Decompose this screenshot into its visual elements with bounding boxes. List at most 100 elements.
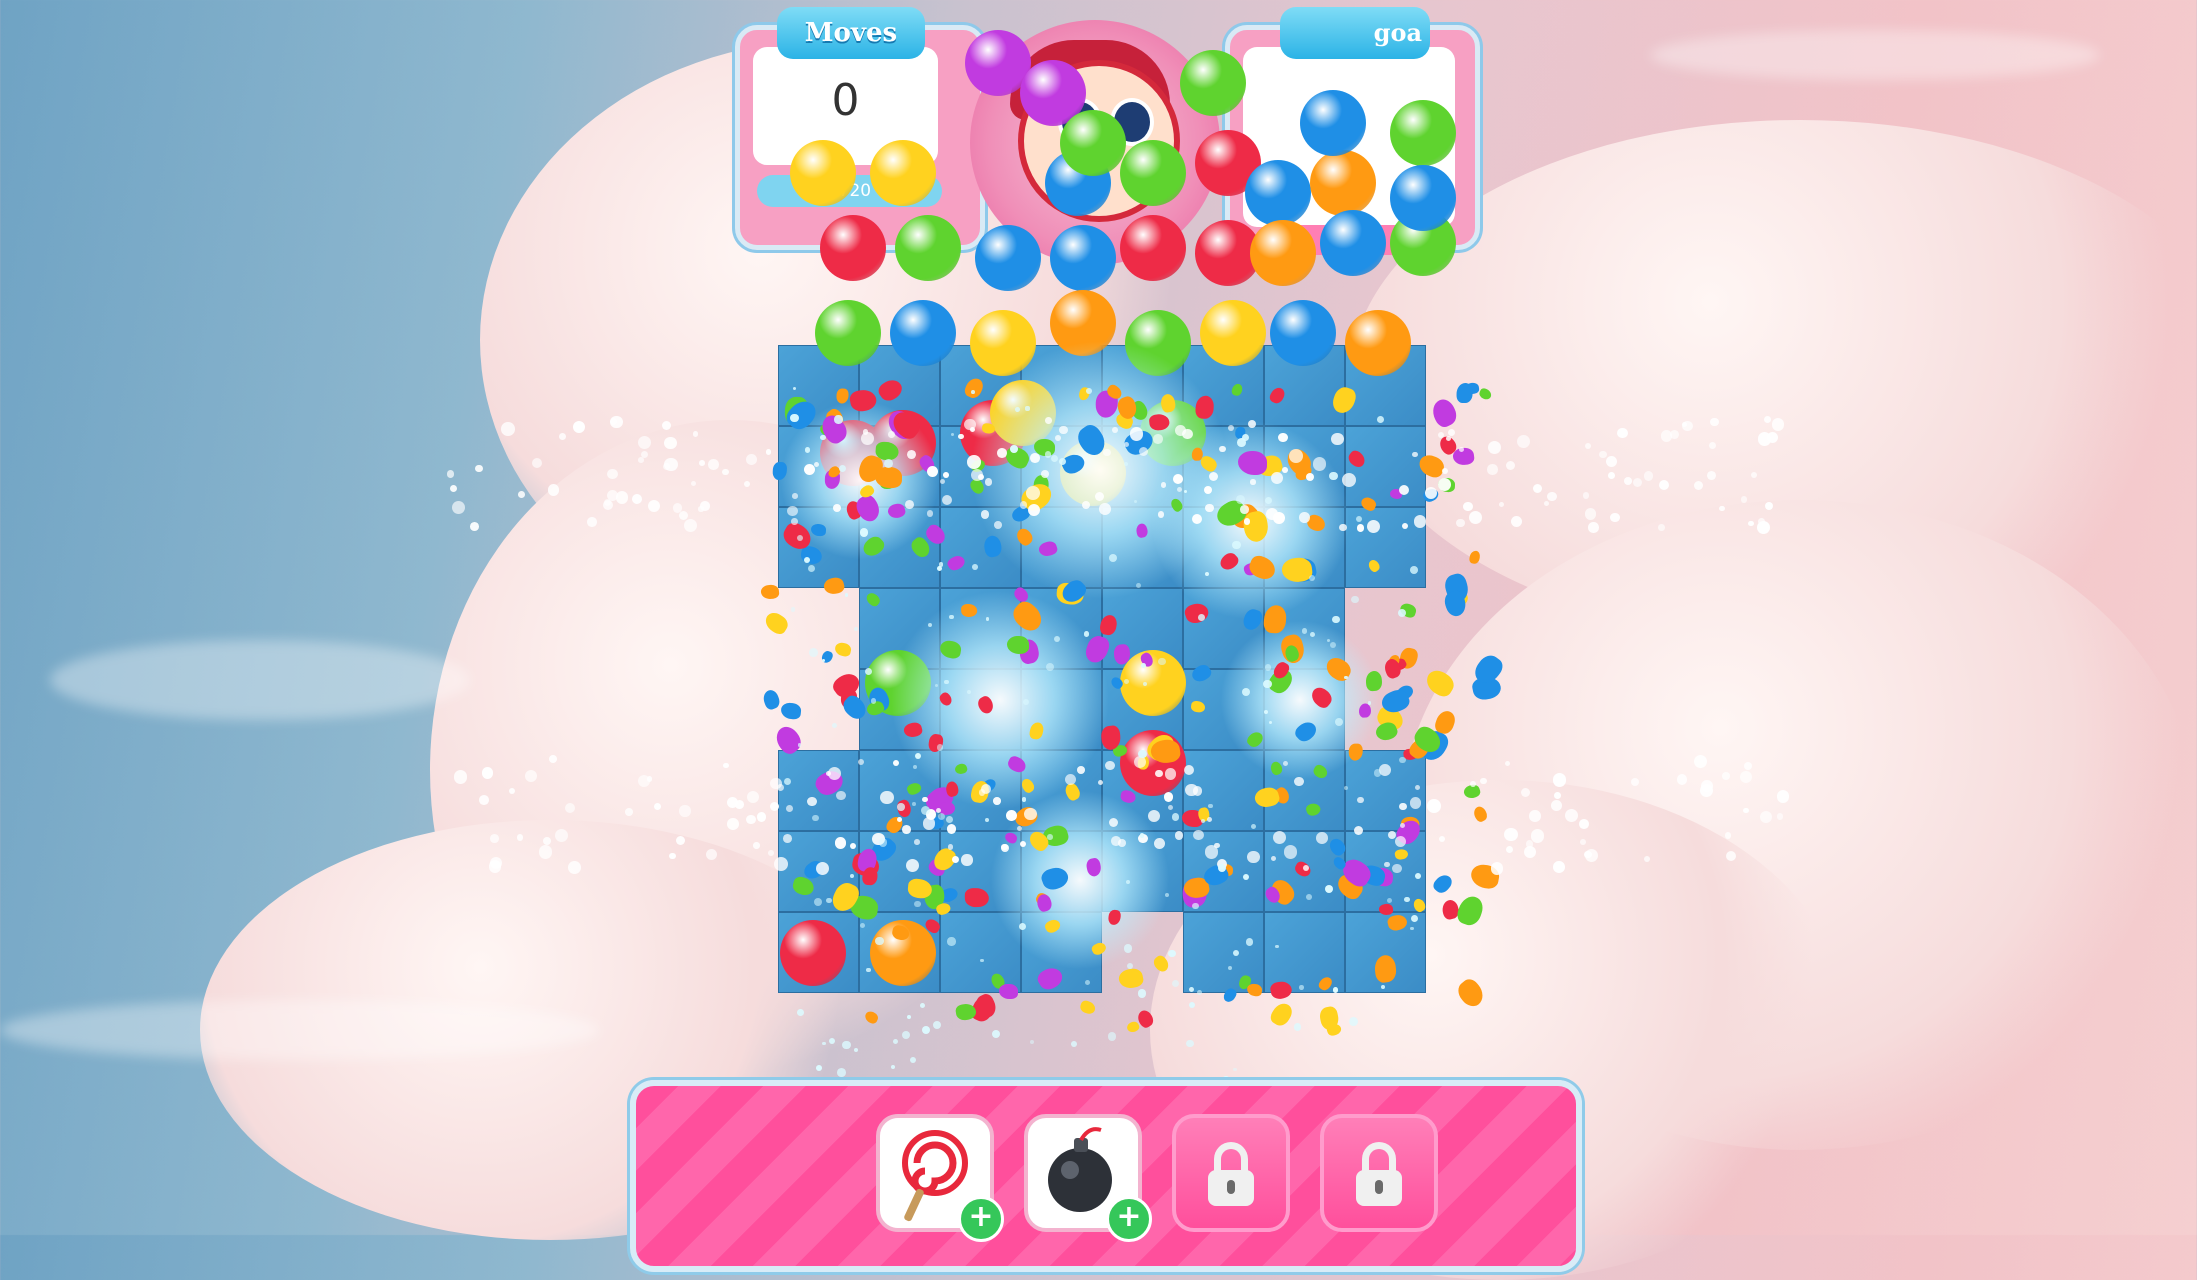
add-lollipop-button[interactable]: +: [958, 1196, 1004, 1242]
candy[interactable]: [820, 215, 886, 281]
sparkle: [1171, 979, 1179, 987]
sparkle: [1294, 777, 1304, 787]
sparkle: [490, 834, 499, 843]
sparkle: [1554, 791, 1562, 799]
sparkle: [1275, 944, 1279, 949]
sparkle: [1772, 418, 1785, 431]
candy[interactable]: [1310, 150, 1376, 216]
sparkle: [554, 828, 569, 842]
sparkle: [785, 805, 793, 812]
candy[interactable]: [870, 140, 936, 206]
candy-fragment: [1125, 1019, 1141, 1035]
sparkle: [866, 967, 871, 973]
booster-bomb[interactable]: +: [1024, 1114, 1152, 1242]
candy[interactable]: [895, 215, 961, 281]
candy[interactable]: [1250, 220, 1316, 286]
candy-fragment: [1191, 447, 1203, 461]
sparkle: [897, 803, 905, 811]
candy-fragment: [964, 887, 989, 907]
sparkle: [638, 435, 652, 449]
candy[interactable]: [1180, 50, 1246, 116]
sparkle: [993, 797, 1001, 805]
sparkle: [1289, 449, 1303, 463]
sparkle: [1339, 523, 1347, 532]
sparkle: [1019, 501, 1028, 509]
sparkle: [449, 484, 457, 492]
sparkle: [1543, 500, 1550, 506]
sparkle: [1172, 473, 1183, 484]
sparkle: [1000, 843, 1009, 852]
booster-locked-slot-1[interactable]: [1172, 1114, 1290, 1232]
candy[interactable]: [1300, 90, 1366, 156]
booster-lollipop[interactable]: +: [876, 1114, 1004, 1242]
sparkle: [1111, 426, 1118, 433]
candy[interactable]: [1050, 225, 1116, 291]
booster-locked-slot-2[interactable]: [1320, 1114, 1438, 1232]
sparkle: [1246, 850, 1260, 864]
sparkle: [1241, 434, 1249, 442]
sparkle: [451, 501, 465, 515]
sparkle: [1123, 441, 1130, 447]
goal-label: goa: [1280, 7, 1430, 59]
candy[interactable]: [1345, 310, 1411, 376]
candy[interactable]: [780, 920, 846, 986]
sparkle: [678, 510, 689, 520]
sparkle: [1084, 980, 1090, 986]
sparkle: [1724, 831, 1732, 839]
sparkle: [1605, 456, 1617, 467]
candy[interactable]: [1390, 100, 1456, 166]
candy-fragment: [1348, 743, 1363, 761]
sparkle: [1582, 492, 1589, 499]
candy[interactable]: [1270, 300, 1336, 366]
sparkle: [1262, 679, 1272, 689]
sparkle: [1725, 851, 1736, 862]
sparkle: [1027, 503, 1041, 516]
candy[interactable]: [975, 225, 1041, 291]
sparkle: [1107, 1032, 1117, 1041]
candy[interactable]: [1120, 140, 1186, 206]
candy[interactable]: [890, 300, 956, 366]
sparkle: [1204, 845, 1218, 859]
sparkle: [1272, 830, 1286, 845]
candy[interactable]: [1245, 160, 1311, 226]
sparkle: [1480, 777, 1487, 784]
candy[interactable]: [1120, 215, 1186, 281]
sparkle: [783, 834, 792, 843]
sparkle: [1241, 688, 1250, 697]
sparkle: [1719, 505, 1725, 512]
sparkle: [1553, 773, 1567, 787]
sparkle: [1693, 480, 1703, 490]
sparkle: [834, 415, 843, 424]
sparkle: [1167, 804, 1173, 811]
sparkle: [901, 825, 911, 834]
sparkle: [1722, 771, 1730, 780]
add-bomb-button[interactable]: +: [1106, 1196, 1152, 1242]
sparkle: [1123, 944, 1133, 953]
candy[interactable]: [815, 300, 881, 366]
sparkle: [1376, 416, 1384, 424]
sparkle: [1010, 445, 1018, 453]
board-cell[interactable]: [1183, 912, 1264, 993]
sparkle: [1055, 434, 1062, 441]
sparkle: [1332, 615, 1340, 623]
candy[interactable]: [1200, 300, 1266, 366]
candy-fragment: [1457, 383, 1473, 403]
sparkle: [1424, 486, 1438, 499]
sparkle: [896, 816, 902, 822]
candy[interactable]: [790, 140, 856, 206]
sparkle: [1343, 785, 1348, 790]
candy[interactable]: [1390, 165, 1456, 231]
sparkle: [797, 1008, 805, 1016]
sparkle: [700, 501, 710, 511]
sparkle: [767, 849, 774, 856]
candy[interactable]: [1060, 110, 1126, 176]
sparkle: [1155, 769, 1163, 778]
sparkle: [1523, 845, 1536, 858]
candy[interactable]: [1320, 210, 1386, 276]
sparkle: [1776, 813, 1784, 820]
sparkle: [993, 521, 1002, 530]
sparkle: [1748, 520, 1754, 527]
board-cell[interactable]: [1264, 912, 1345, 993]
sparkle: [812, 814, 819, 822]
sparkle: [1743, 762, 1752, 771]
